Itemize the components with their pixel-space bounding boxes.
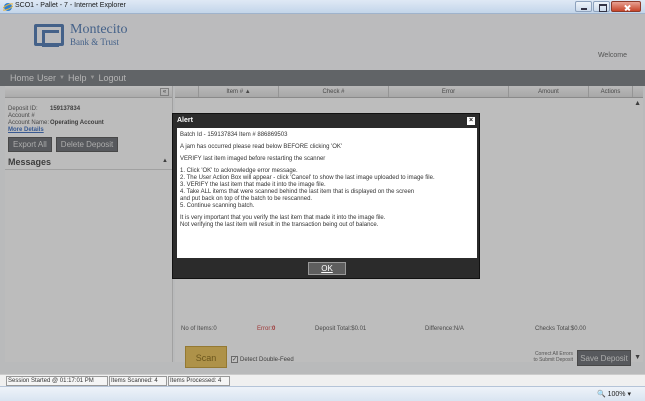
ie-status-bar: 🔍 100% ▾ — [0, 386, 645, 401]
ok-button[interactable]: OK — [308, 262, 346, 275]
internet-explorer-icon — [3, 3, 13, 11]
status-bar: Session Started @ 01:17:01 PM Items Scan… — [0, 374, 645, 386]
alert-important-2: Not verifying the last item will result … — [180, 222, 379, 228]
alert-step: 5. Continue scanning batch. — [180, 203, 255, 209]
alert-verify-line: VERIFY last item imaged before restartin… — [180, 156, 326, 162]
alert-batch-line: Batch Id - 159137834 Item # 886869503 — [180, 132, 288, 138]
minimize-button[interactable] — [575, 1, 592, 12]
alert-step: 4. Take ALL items that were scanned behi… — [180, 189, 415, 195]
alert-step: 3. VERIFY the last item that made it int… — [180, 182, 326, 188]
alert-jam-line: A jam has occurred please read below BEF… — [180, 144, 343, 150]
maximize-button[interactable] — [593, 1, 610, 12]
zoom-icon: 🔍 — [596, 391, 606, 398]
window-titlebar: SCO1 - Pallet - 7 - Internet Explorer — [0, 0, 645, 14]
alert-body: Batch Id - 159137834 Item # 886869503 A … — [177, 128, 477, 258]
items-processed: Items Processed: 4 — [168, 376, 230, 386]
close-icon[interactable]: × — [467, 117, 475, 125]
zoom-level: 100% — [607, 391, 626, 398]
alert-dialog: Alert × Batch Id - 159137834 Item # 8868… — [172, 113, 480, 279]
alert-step: 2. The User Action Box will appear - cli… — [180, 175, 435, 181]
alert-step: 1. Click 'OK' to acknowledge error messa… — [180, 168, 298, 174]
alert-title: Alert — [177, 117, 193, 124]
window-controls — [574, 1, 641, 13]
ok-button-label: OK — [321, 264, 333, 273]
close-window-button[interactable] — [611, 1, 641, 12]
alert-steps: 1. Click 'OK' to acknowledge error messa… — [180, 168, 474, 210]
window-title: SCO1 - Pallet - 7 - Internet Explorer — [15, 2, 126, 9]
alert-step: and put back on top of the batch to be r… — [180, 196, 313, 202]
items-scanned: Items Scanned: 4 — [109, 376, 167, 386]
zoom-control[interactable]: 🔍 100% ▾ — [597, 390, 631, 398]
chevron-down-icon[interactable]: ▾ — [627, 391, 631, 398]
alert-important-1: It is very important that you verify the… — [180, 215, 386, 221]
session-started: Session Started @ 01:17:01 PM — [6, 376, 108, 386]
